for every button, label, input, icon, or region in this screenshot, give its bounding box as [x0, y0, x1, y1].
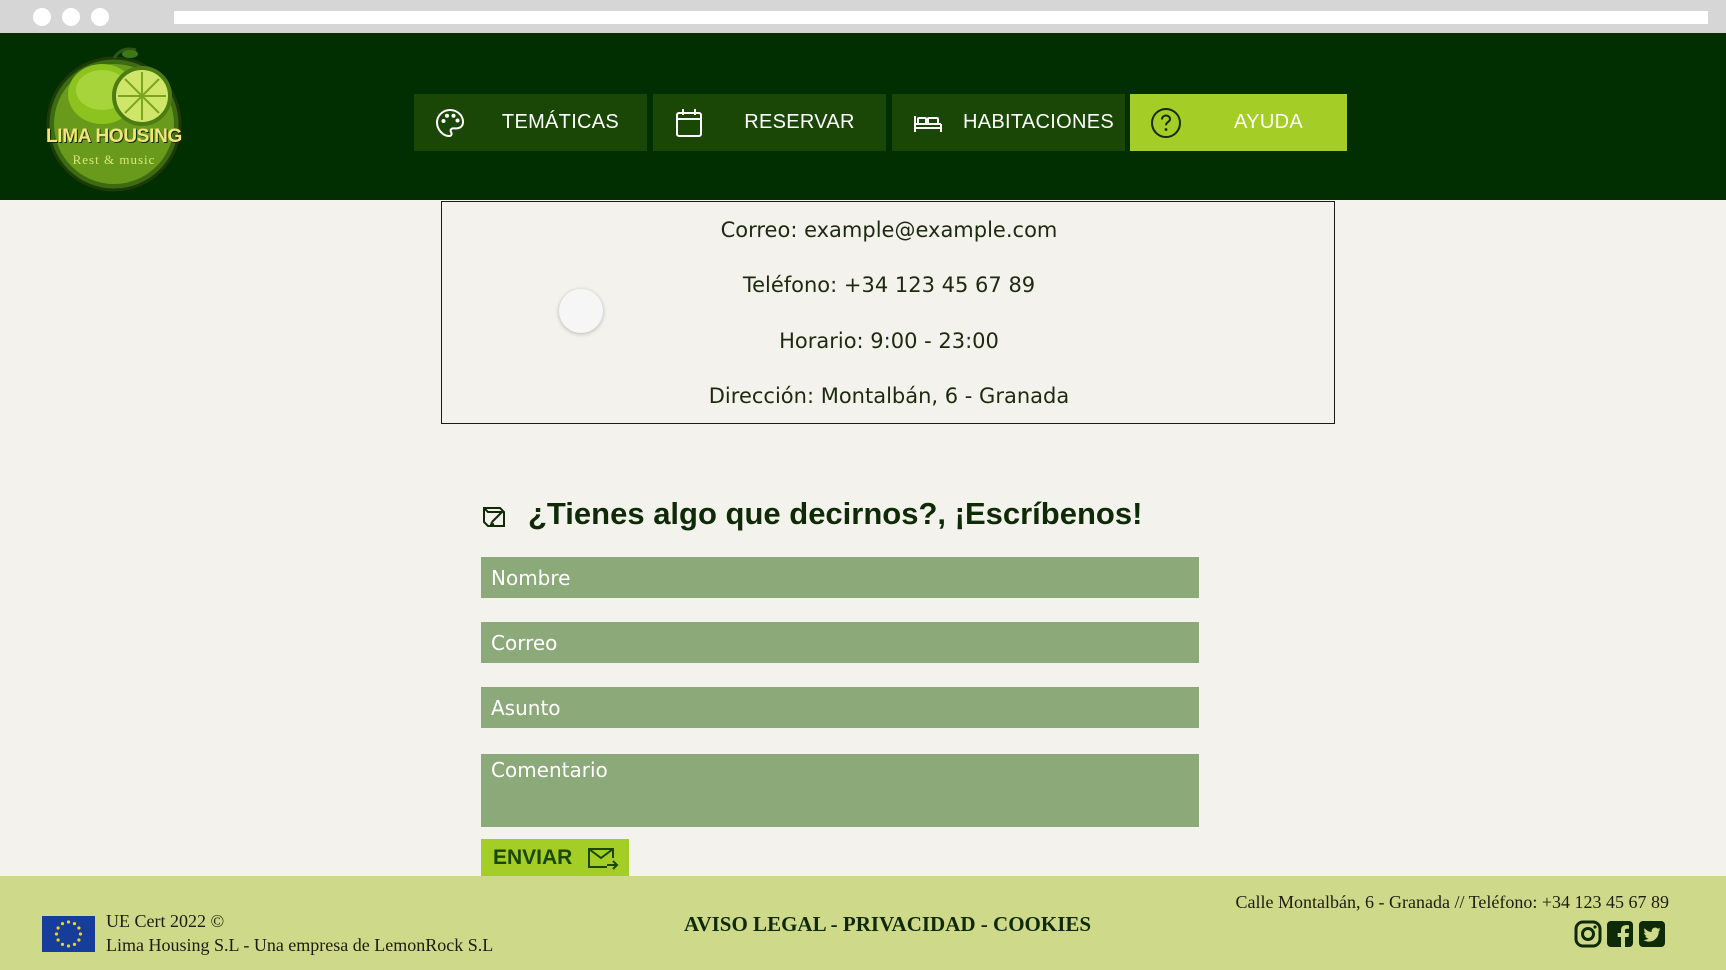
address-bar[interactable] [174, 11, 1708, 24]
send-button-label: ENVIAR [493, 846, 573, 869]
company-text: Lima Housing S.L - Una empresa de LemonR… [106, 935, 494, 955]
comment-textarea[interactable] [481, 754, 1199, 827]
footer-address: Calle Montalbán, 6 - Granada // Teléfono… [1235, 892, 1669, 912]
question-circle-icon [1151, 108, 1181, 138]
nav-reservar[interactable]: RESERVAR [653, 94, 886, 151]
scroll-quill-icon [483, 507, 505, 527]
nav-tematicas[interactable]: TEMÁTICAS [414, 94, 647, 151]
email-input[interactable] [481, 622, 1199, 663]
twitter-icon[interactable] [1638, 920, 1666, 948]
contact-info-box: Correo: example@example.com Teléfono: +3… [441, 201, 1335, 424]
instagram-icon[interactable] [1574, 920, 1602, 948]
site-logo[interactable]: LIMA HOUSING Rest & music [44, 44, 184, 192]
window-close-button[interactable] [33, 8, 51, 26]
certification-text: UE Cert 2022 © [106, 911, 225, 931]
nav-ayuda-label: AYUDA [1234, 111, 1303, 133]
site-footer: UE Cert 2022 © Lima Housing S.L - Una em… [0, 876, 1726, 970]
legal-separator: - [975, 912, 994, 936]
form-title: ¿Tienes algo que decirnos?, ¡Escríbenos! [528, 496, 1143, 531]
logo-tagline: Rest & music [72, 152, 156, 167]
cookies-link[interactable]: COOKIES [993, 912, 1091, 936]
nav-habitaciones-label: HABITACIONES [962, 111, 1115, 133]
browser-chrome [0, 0, 1726, 33]
window-minimize-button[interactable] [62, 8, 80, 26]
legal-link[interactable]: AVISO LEGAL [684, 912, 825, 936]
legal-links: AVISO LEGAL - PRIVACIDAD - COOKIES [684, 912, 1091, 937]
name-input[interactable] [481, 557, 1199, 598]
legal-separator: - [825, 912, 843, 936]
contact-address: Dirección: Montalbán, 6 - Granada [708, 384, 1070, 408]
nav-tematicas-label: TEMÁTICAS [501, 111, 620, 133]
subject-input[interactable] [481, 687, 1199, 728]
privacy-link[interactable]: PRIVACIDAD [843, 912, 976, 936]
cursor-highlight [559, 289, 603, 333]
send-button[interactable]: ENVIAR [481, 839, 629, 876]
palette-icon [435, 108, 465, 138]
bed-icon [914, 116, 942, 132]
nav-ayuda[interactable]: AYUDA [1130, 94, 1347, 151]
lime-logo-icon [46, 47, 182, 192]
envelope-send-icon [588, 848, 619, 870]
contact-hours: Horario: 9:00 - 23:00 [779, 329, 999, 353]
window-maximize-button[interactable] [91, 8, 109, 26]
calendar-icon [676, 109, 702, 137]
logo-title: LIMA HOUSING [45, 126, 183, 147]
facebook-icon[interactable] [1606, 920, 1634, 948]
nav-reservar-label: RESERVAR [744, 111, 855, 133]
nav-habitaciones[interactable]: HABITACIONES [892, 94, 1125, 151]
contact-email: Correo: example@example.com [720, 218, 1058, 242]
eu-flag-icon [42, 916, 95, 952]
